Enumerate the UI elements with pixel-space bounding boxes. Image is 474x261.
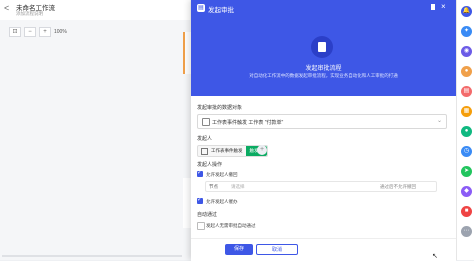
approval-drawer: ▤ 发起审批 × 发起审批流程 对自动化工作流中的数据发起审批流程，实现业务自动…	[191, 0, 456, 261]
allow-urge-label: 允许发起人催办	[206, 199, 238, 204]
close-icon[interactable]: ×	[441, 2, 446, 11]
zoom-controls: ⊡ − + 100%	[9, 26, 67, 37]
bell-icon[interactable]: 🔔	[461, 6, 472, 17]
target-label: 发起审批的数据对象	[197, 105, 243, 111]
cancel-button[interactable]: 取消	[256, 244, 298, 255]
auto-pass-option-label: 发起人无需审批自动通过	[206, 223, 256, 228]
horizontal-scrollbar[interactable]	[2, 255, 182, 257]
workflow-description[interactable]: 添加流程说明	[16, 11, 43, 17]
ai-star-icon[interactable]: ✦	[461, 26, 472, 37]
approval-flow-icon	[311, 36, 333, 58]
shield-icon[interactable]: ◆	[461, 186, 472, 197]
drawer-header: ▤ 发起审批 × 发起审批流程 对自动化工作流中的数据发起审批流程，实现业务自动…	[191, 0, 456, 96]
auto-pass-checkbox[interactable]	[197, 222, 205, 230]
zoom-level: 100%	[54, 28, 67, 35]
allow-urge-checkbox[interactable]	[197, 196, 203, 204]
user-avatar-icon[interactable]: ●	[461, 66, 472, 77]
editor-header: < 未命名工作流 添加流程说明	[0, 0, 190, 20]
ops-label: 发起人操作	[197, 162, 223, 168]
target-select[interactable]: 工作表事件触发 工作表 "付款单" ⌄	[197, 114, 447, 129]
fit-view-button[interactable]: ⊡	[9, 26, 21, 37]
auto-pass-label: 自动通过	[197, 212, 218, 218]
save-button[interactable]: 保存	[225, 244, 253, 255]
add-initiator-button[interactable]: +	[257, 145, 267, 155]
zoom-in-button[interactable]: +	[39, 26, 51, 37]
initiator-label: 发起人	[197, 136, 213, 142]
allow-withdraw-label: 允许发起人撤回	[206, 172, 238, 177]
right-app-rail: 🔔 ✦ ◉ ● ▤ ▦ ● ◷ ➤ ◆ ■ ⋯	[456, 0, 474, 260]
initiator-chip-text: 工作表事件触发	[211, 148, 243, 153]
cursor-icon: ↖	[432, 253, 438, 260]
node-prefix: 节点	[209, 184, 218, 189]
back-icon[interactable]: <	[4, 3, 9, 13]
work-icon[interactable]: ▦	[461, 106, 472, 117]
send-icon[interactable]: ➤	[461, 166, 472, 177]
hero-description: 对自动化工作流中的数据发起审批流程，实现业务自动化和人工审批的打通	[249, 73, 398, 78]
workflow-node[interactable]	[183, 178, 191, 228]
zoom-out-button[interactable]: −	[24, 26, 36, 37]
building-icon[interactable]: ▤	[461, 86, 472, 97]
withdraw-node-select[interactable]: 节点 请选择 通过后不允许撤回	[205, 181, 437, 192]
node-suffix: 通过后不允许撤回	[380, 184, 416, 189]
target-select-value: 工作表事件触发 工作表 "付款单"	[212, 120, 284, 126]
chat-icon[interactable]: ●	[461, 126, 472, 137]
table-icon	[201, 147, 208, 155]
approval-icon: ▤	[197, 4, 205, 12]
clock-icon[interactable]: ◷	[461, 146, 472, 157]
pin-icon[interactable]	[431, 4, 435, 10]
robot-icon[interactable]: ◉	[461, 46, 472, 57]
table-icon	[202, 118, 210, 126]
chevron-down-icon: ⌄	[436, 118, 442, 124]
drawer-title: 发起审批	[208, 7, 234, 14]
more-icon[interactable]: ⋯	[461, 226, 472, 237]
app-icon[interactable]: ■	[461, 206, 472, 217]
node-placeholder: 请选择	[231, 184, 245, 189]
allow-withdraw-checkbox[interactable]	[197, 169, 203, 177]
hero-title: 发起审批流程	[305, 66, 342, 72]
